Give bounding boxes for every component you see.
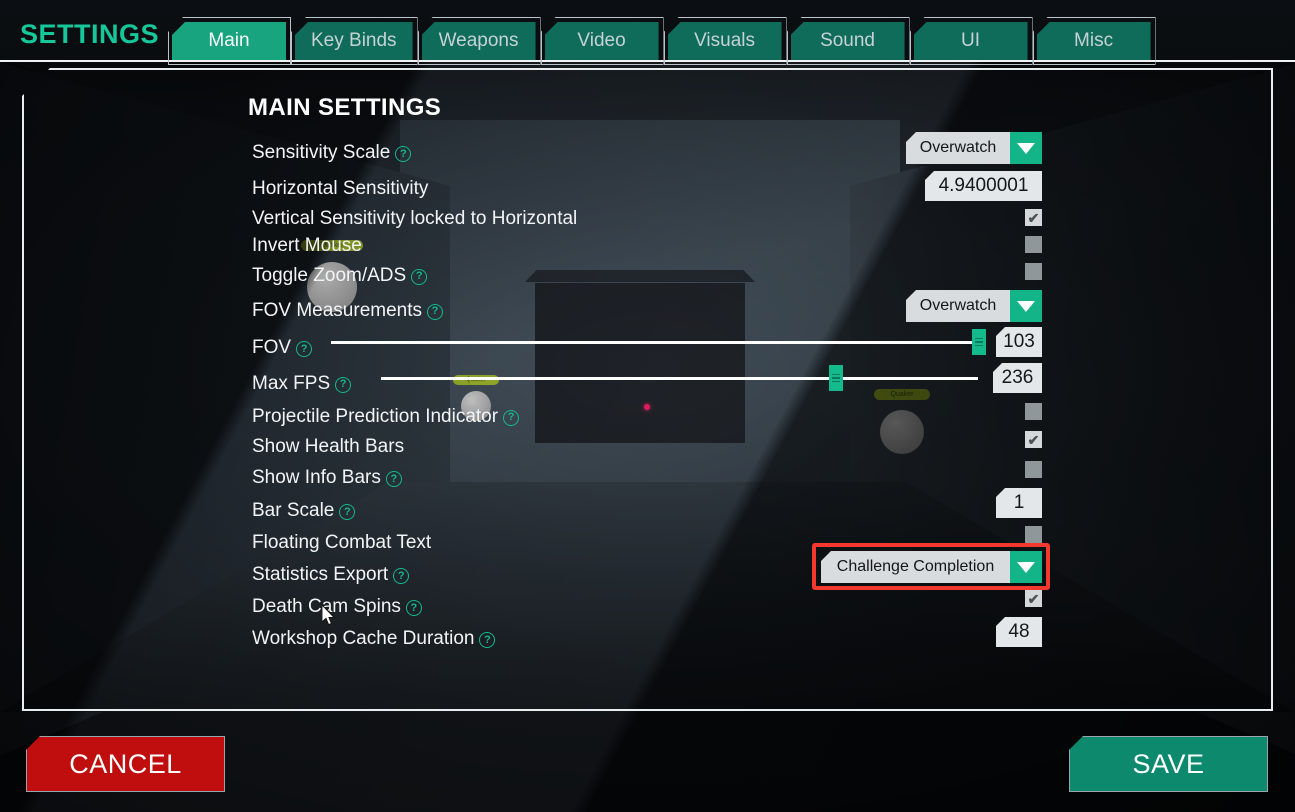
check-icon: ✔ <box>1027 209 1040 226</box>
toggle-zoom-ads-checkbox[interactable] <box>1025 263 1042 280</box>
setting-label: Invert Mouse <box>252 234 362 256</box>
tab-key-binds[interactable]: Key Binds <box>295 22 413 60</box>
help-icon[interactable]: ? <box>411 268 428 285</box>
fov-slider-handle[interactable] <box>972 329 986 355</box>
help-icon[interactable]: ? <box>393 568 410 584</box>
workshop-cache-duration-input[interactable]: 48 <box>996 617 1042 647</box>
settings-tab-bar: SETTINGS Main Key Binds Weapons Video Vi… <box>0 0 1295 65</box>
tab-sound[interactable]: Sound <box>790 22 905 60</box>
sensitivity-scale-dropdown[interactable]: Overwatch <box>906 132 1042 164</box>
help-icon[interactable]: ? <box>405 600 422 616</box>
chevron-down-icon[interactable] <box>1010 551 1042 583</box>
setting-row-vertical-locked: Vertical Sensitivity locked to Horizonta… <box>252 205 1052 232</box>
chevron-down-icon[interactable] <box>1010 290 1042 322</box>
setting-label: Show Info Bars <box>252 467 381 488</box>
setting-row-max-fps: Max FPS ? <box>252 367 1052 400</box>
help-icon[interactable]: ? <box>503 409 520 426</box>
setting-label: Projectile Prediction Indicator <box>252 405 499 427</box>
max-fps-slider-track[interactable] <box>381 377 978 380</box>
fov-value-input[interactable]: 103 <box>996 327 1042 357</box>
max-fps-value-input[interactable]: 236 <box>993 363 1042 393</box>
projectile-prediction-indicator-checkbox[interactable] <box>1025 403 1042 420</box>
section-title: MAIN SETTINGS <box>248 94 442 121</box>
setting-row-bar-scale: Bar Scale ? <box>252 495 1052 527</box>
check-icon: ✔ <box>1027 431 1040 448</box>
setting-label: Bar Scale <box>252 500 335 521</box>
horizontal-sensitivity-input[interactable]: 4.9400001 <box>925 171 1042 201</box>
setting-label: Max FPS <box>252 372 331 394</box>
vertical-sensitivity-locked-checkbox[interactable]: ✔ <box>1025 209 1042 226</box>
setting-label: FOV <box>252 337 292 358</box>
setting-row-show-health-bars: Show Health Bars <box>252 433 1052 461</box>
death-cam-spins-checkbox[interactable]: ✔ <box>1025 590 1042 607</box>
setting-label: Show Health Bars <box>252 436 405 457</box>
check-icon: ✔ <box>1027 590 1040 607</box>
setting-label: Horizontal Sensitivity <box>252 177 429 199</box>
setting-label: FOV Measurements <box>252 299 422 321</box>
floating-combat-text-checkbox[interactable] <box>1025 526 1042 543</box>
bar-scale-input[interactable]: 1 <box>996 488 1042 518</box>
tab-misc[interactable]: Misc <box>1036 22 1151 60</box>
show-health-bars-checkbox[interactable]: ✔ <box>1025 431 1042 448</box>
show-info-bars-checkbox[interactable] <box>1025 461 1042 478</box>
setting-row-projectile-prediction-indicator: Projectile Prediction Indicator ? <box>252 400 1052 433</box>
setting-label: Sensitivity Scale <box>252 142 391 163</box>
setting-label: Floating Combat Text <box>252 532 432 553</box>
save-button[interactable]: SAVE <box>1069 736 1268 792</box>
tab-visuals[interactable]: Visuals <box>667 22 782 60</box>
tab-weapons[interactable]: Weapons <box>421 22 536 60</box>
setting-label: Statistics Export <box>252 564 389 585</box>
help-icon[interactable]: ? <box>296 341 313 357</box>
setting-label: Workshop Cache Duration <box>252 628 475 649</box>
cancel-button[interactable]: CANCEL <box>26 736 225 792</box>
setting-row-show-info-bars: Show Info Bars ? <box>252 461 1052 495</box>
tab-video[interactable]: Video <box>544 22 659 60</box>
setting-row-death-cam-spins: Death Cam Spins ? <box>252 591 1052 623</box>
fov-slider-track[interactable] <box>331 341 983 344</box>
dropdown-value: Overwatch <box>919 297 997 314</box>
chevron-down-icon[interactable] <box>1010 132 1042 164</box>
setting-row-fov: FOV ? <box>252 329 1052 367</box>
setting-label: Toggle Zoom/ADS <box>252 264 407 286</box>
fov-measurements-dropdown[interactable]: Overwatch <box>906 290 1042 322</box>
page-title: SETTINGS <box>20 19 160 49</box>
tab-list: Main Key Binds Weapons Video Visuals Sou… <box>168 17 1156 65</box>
setting-row-invert-mouse: Invert Mouse <box>252 232 1052 259</box>
help-icon[interactable]: ? <box>395 146 412 162</box>
help-icon[interactable]: ? <box>385 471 402 487</box>
setting-row-workshop-cache-duration: Workshop Cache Duration ? <box>252 623 1052 655</box>
setting-label: Vertical Sensitivity locked to Horizonta… <box>252 207 578 229</box>
setting-label: Death Cam Spins <box>252 596 401 617</box>
help-icon[interactable]: ? <box>479 632 496 648</box>
help-icon[interactable]: ? <box>335 376 352 393</box>
statistics-export-dropdown[interactable]: Challenge Completion <box>821 551 1042 583</box>
dropdown-value: Overwatch <box>919 139 997 156</box>
tab-main[interactable]: Main <box>172 22 286 60</box>
help-icon[interactable]: ? <box>427 303 443 320</box>
help-icon[interactable]: ? <box>339 504 356 520</box>
invert-mouse-checkbox[interactable] <box>1025 236 1042 253</box>
tab-ui[interactable]: UI <box>913 22 1028 60</box>
max-fps-slider-handle[interactable] <box>829 365 843 391</box>
settings-screen: Quaker Quaker Quaker SETTINGS Main Key B… <box>0 0 1295 812</box>
setting-row-toggle-zoom-ads: Toggle Zoom/ADS ? <box>252 259 1052 292</box>
dropdown-value: Challenge Completion <box>836 558 995 575</box>
